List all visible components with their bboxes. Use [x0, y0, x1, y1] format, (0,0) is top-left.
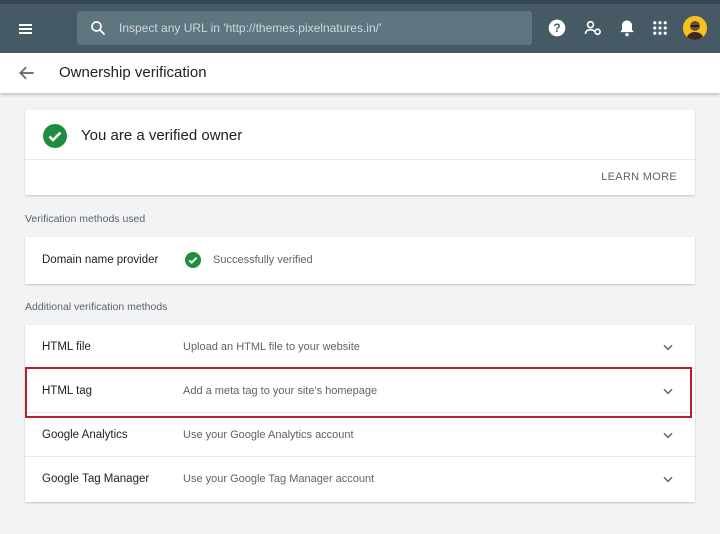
verified-owner-card: You are a verified owner LEARN MORE	[25, 110, 695, 195]
used-method-card: Domain name provider Successfully verifi…	[25, 237, 695, 284]
method-description: Use your Google Tag Manager account	[183, 473, 375, 485]
additional-methods-label: Additional verification methods	[25, 301, 168, 313]
verified-owner-title: You are a verified owner	[81, 127, 243, 144]
search-icon	[91, 21, 105, 35]
verification-status: Successfully verified	[213, 254, 313, 266]
method-name: Domain name provider	[42, 254, 159, 266]
check-circle-icon	[185, 252, 201, 268]
method-row-html-tag[interactable]: HTML tag Add a meta tag to your site's h…	[25, 369, 695, 413]
method-name: HTML tag	[42, 385, 93, 397]
learn-more-link[interactable]: LEARN MORE	[601, 171, 677, 183]
page-title: Ownership verification	[59, 64, 207, 81]
page-header: Ownership verification	[0, 53, 720, 93]
method-name: Google Analytics	[42, 429, 128, 441]
method-description: Add a meta tag to your site's homepage	[183, 385, 378, 397]
svg-text:?: ?	[553, 22, 560, 35]
additional-methods-list: HTML file Upload an HTML file to your we…	[25, 325, 695, 502]
methods-used-label: Verification methods used	[25, 213, 146, 225]
method-description: Upload an HTML file to your website	[183, 341, 360, 353]
url-inspection-search[interactable]	[77, 11, 532, 45]
chevron-down-icon[interactable]	[661, 340, 675, 354]
method-description: Use your Google Analytics account	[183, 429, 354, 441]
method-name: Google Tag Manager	[42, 473, 150, 485]
chevron-down-icon[interactable]	[661, 472, 675, 486]
menu-icon[interactable]	[16, 18, 38, 40]
method-name: HTML file	[42, 341, 91, 353]
apps-icon[interactable]	[650, 18, 670, 38]
method-row-google-analytics[interactable]: Google Analytics Use your Google Analyti…	[25, 413, 695, 457]
check-circle-icon	[43, 124, 67, 148]
help-icon[interactable]: ?	[547, 18, 567, 38]
top-app-bar: ?	[0, 0, 720, 53]
method-row-html-file[interactable]: HTML file Upload an HTML file to your we…	[25, 325, 695, 369]
method-row-google-tag-manager[interactable]: Google Tag Manager Use your Google Tag M…	[25, 457, 695, 501]
search-input[interactable]	[119, 11, 519, 45]
notifications-icon[interactable]	[617, 18, 637, 38]
chevron-down-icon[interactable]	[661, 384, 675, 398]
manage-users-icon[interactable]	[583, 18, 603, 38]
chevron-down-icon[interactable]	[661, 428, 675, 442]
back-arrow-icon[interactable]	[17, 63, 37, 83]
avatar[interactable]	[683, 16, 707, 40]
